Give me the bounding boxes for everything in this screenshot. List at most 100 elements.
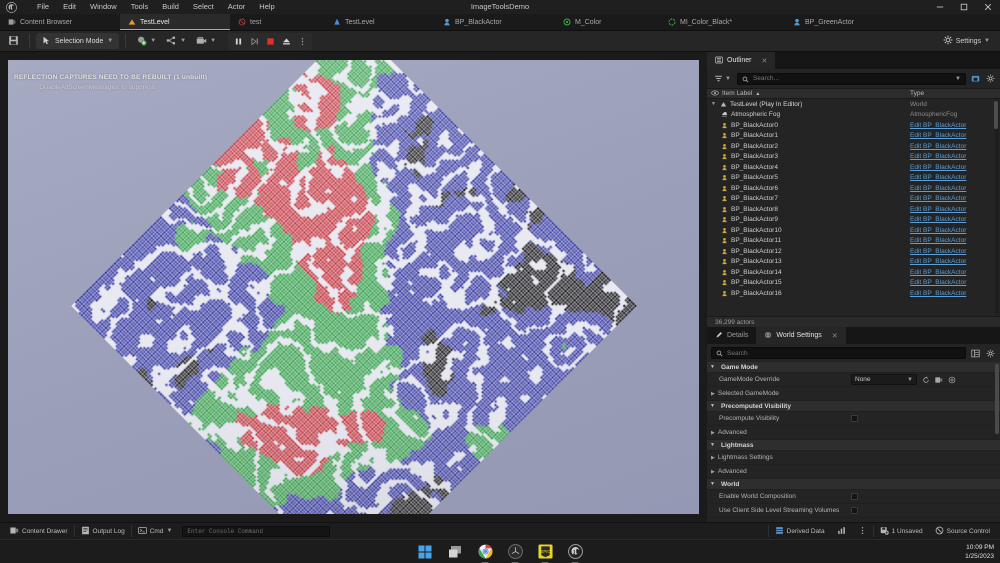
outliner-row[interactable]: BP_BlackActor4 Edit BP_BlackActor [707, 162, 1000, 173]
save-button[interactable] [4, 33, 23, 49]
outliner-row[interactable]: BP_BlackActor2 Edit BP_BlackActor [707, 141, 1000, 152]
menu-select[interactable]: Select [186, 0, 221, 14]
output-log-button[interactable]: Output Log [75, 525, 131, 538]
outliner-row[interactable]: BP_BlackActor10 Edit BP_BlackActor [707, 225, 1000, 236]
outliner-row-edit-link[interactable]: Edit BP_BlackActor [910, 132, 1000, 139]
outliner-row-edit-link[interactable]: Edit BP_BlackActor [910, 174, 1000, 181]
start-icon[interactable] [417, 543, 434, 560]
dark-app-icon[interactable] [507, 543, 524, 560]
reset-icon[interactable] [921, 375, 930, 384]
expand-twisty-icon[interactable]: ▼ [711, 101, 717, 107]
details-category-header[interactable]: ▼ Precomputed Visibility [707, 401, 1000, 412]
derived-data-button[interactable]: Derived Data [769, 525, 831, 538]
outliner-save-view-button[interactable] [969, 73, 981, 85]
selection-mode-dropdown[interactable]: Selection Mode ▼ [36, 33, 120, 49]
details-property-row[interactable]: Precompute Visibility [707, 412, 1000, 426]
outliner-row[interactable]: BP_BlackActor14 Edit BP_BlackActor [707, 267, 1000, 278]
menu-build[interactable]: Build [155, 0, 186, 14]
outliner-row[interactable]: BP_BlackActor0 Edit BP_BlackActor [707, 120, 1000, 131]
outliner-row-edit-link[interactable]: Edit BP_BlackActor [910, 248, 1000, 255]
details-property-row[interactable]: Enable World Composition [707, 490, 1000, 504]
stats-button[interactable] [831, 525, 852, 538]
property-checkbox[interactable] [851, 493, 858, 500]
outliner-row-edit-link[interactable]: Edit BP_BlackActor [910, 206, 1000, 213]
category-twisty-icon[interactable]: ▼ [710, 442, 717, 448]
property-twisty-icon[interactable]: ▶ [711, 455, 715, 461]
outliner-row[interactable]: BP_BlackActor1 Edit BP_BlackActor [707, 131, 1000, 142]
outliner-tree[interactable]: ▼ TestLevel (Play In Editor) World Atmosphe… [707, 99, 1000, 316]
cinematics-button[interactable]: ▼ [192, 33, 220, 49]
details-columns-button[interactable] [969, 347, 981, 359]
tab-bp-blackactor[interactable]: BP_BlackActor [435, 14, 555, 30]
taskbar-clock[interactable]: 10:09 PM 1/25/2023 [965, 540, 994, 563]
outliner-search-box[interactable]: ▼ [736, 72, 966, 85]
outliner-row-edit-link[interactable]: Edit BP_BlackActor [910, 153, 1000, 160]
tab-world-settings[interactable]: World Settings ✕ [756, 327, 846, 344]
tab-testlevel-blueprint[interactable]: TestLevel [325, 14, 435, 30]
maximize-button[interactable] [952, 0, 976, 14]
tab-bp-greenactor[interactable]: BP_GreenActor [785, 14, 905, 30]
close-button[interactable] [976, 0, 1000, 14]
outliner-row-edit-link[interactable]: Edit BP_BlackActor [910, 143, 1000, 150]
outliner-row[interactable]: Atmospheric Fog AtmosphericFog [707, 110, 1000, 121]
tab-outliner[interactable]: Outliner ✕ [707, 52, 776, 69]
cmd-dropdown[interactable]: Cmd ▼ [132, 525, 179, 538]
outliner-row-edit-link[interactable]: Edit BP_BlackActor [910, 122, 1000, 129]
details-property-row[interactable]: ▶ Lightmass Settings [707, 451, 1000, 465]
outliner-scrollbar-track[interactable] [994, 100, 999, 315]
outliner-row[interactable]: BP_BlackActor5 Edit BP_BlackActor [707, 173, 1000, 184]
eject-button[interactable] [279, 34, 293, 48]
unreal-engine-logo-icon[interactable] [0, 0, 22, 14]
unreal-engine-icon[interactable] [567, 543, 584, 560]
outliner-row[interactable]: BP_BlackActor9 Edit BP_BlackActor [707, 215, 1000, 226]
console-command-box[interactable] [182, 525, 331, 537]
outliner-row-edit-link[interactable]: Edit BP_BlackActor [910, 195, 1000, 202]
console-command-input[interactable] [187, 527, 326, 535]
menu-window[interactable]: Window [83, 0, 124, 14]
details-category-header[interactable]: ▼ Lightmass [707, 440, 1000, 451]
more-button[interactable] [852, 525, 873, 538]
column-type[interactable]: Type [910, 90, 1000, 97]
category-twisty-icon[interactable]: ▼ [710, 481, 717, 487]
pause-button[interactable] [231, 34, 245, 48]
outliner-search-input[interactable] [752, 75, 952, 82]
menu-file[interactable]: File [30, 0, 56, 14]
outliner-row-edit-link[interactable]: Edit BP_BlackActor [910, 185, 1000, 192]
outliner-row[interactable]: ▼ TestLevel (Play In Editor) World [707, 99, 1000, 110]
settings-button[interactable]: Settings ▼ [939, 33, 994, 49]
minimize-button[interactable] [928, 0, 952, 14]
outliner-row-edit-link[interactable]: Edit BP_BlackActor [910, 227, 1000, 234]
source-control-button[interactable]: Source Control [929, 525, 996, 538]
details-property-list[interactable]: ▼ Game Mode GameMode Override None ▼ ▶ Selecte… [707, 362, 1000, 522]
content-drawer-button[interactable]: Content Drawer [4, 525, 74, 538]
level-viewport[interactable]: REFLECTION CAPTURES NEED TO BE REBUILT (… [0, 52, 707, 522]
outliner-row[interactable]: BP_BlackActor12 Edit BP_BlackActor [707, 246, 1000, 257]
gamemode-override-combo[interactable]: None ▼ [851, 374, 917, 385]
column-item-label[interactable]: Item Label ▲ [711, 89, 910, 99]
tab-mi-color-black[interactable]: MI_Color_Black* [660, 14, 785, 30]
property-twisty-icon[interactable]: ▶ [711, 469, 715, 475]
outliner-row-edit-link[interactable]: Edit BP_BlackActor [910, 216, 1000, 223]
category-twisty-icon[interactable]: ▼ [710, 403, 717, 409]
tab-test[interactable]: test [230, 14, 325, 30]
epic-games-icon[interactable]: EPIC [537, 543, 554, 560]
outliner-row[interactable]: BP_BlackActor13 Edit BP_BlackActor [707, 257, 1000, 268]
outliner-row-edit-link[interactable]: Edit BP_BlackActor [910, 279, 1000, 286]
details-property-row[interactable]: Use Client Side Level Streaming Volumes [707, 504, 1000, 518]
outliner-row-edit-link[interactable]: Edit BP_BlackActor [910, 164, 1000, 171]
tab-details[interactable]: Details [707, 327, 756, 344]
menu-tools[interactable]: Tools [124, 0, 156, 14]
outliner-settings-button[interactable] [984, 73, 996, 85]
category-twisty-icon[interactable]: ▼ [710, 364, 717, 370]
outliner-row-edit-link[interactable]: Edit BP_BlackActor [910, 258, 1000, 265]
outliner-row[interactable]: BP_BlackActor16 Edit BP_BlackActor [707, 288, 1000, 299]
outliner-row[interactable]: BP_BlackActor6 Edit BP_BlackActor [707, 183, 1000, 194]
details-search-box[interactable] [711, 347, 966, 359]
details-scrollbar-thumb[interactable] [995, 364, 999, 434]
stop-button[interactable] [263, 34, 277, 48]
outliner-row-edit-link[interactable]: Edit BP_BlackActor [910, 269, 1000, 276]
property-checkbox[interactable] [851, 415, 858, 422]
details-property-row[interactable]: ▶ Advanced [707, 426, 1000, 440]
menu-actor[interactable]: Actor [221, 0, 253, 14]
outliner-row[interactable]: BP_BlackActor3 Edit BP_BlackActor [707, 152, 1000, 163]
